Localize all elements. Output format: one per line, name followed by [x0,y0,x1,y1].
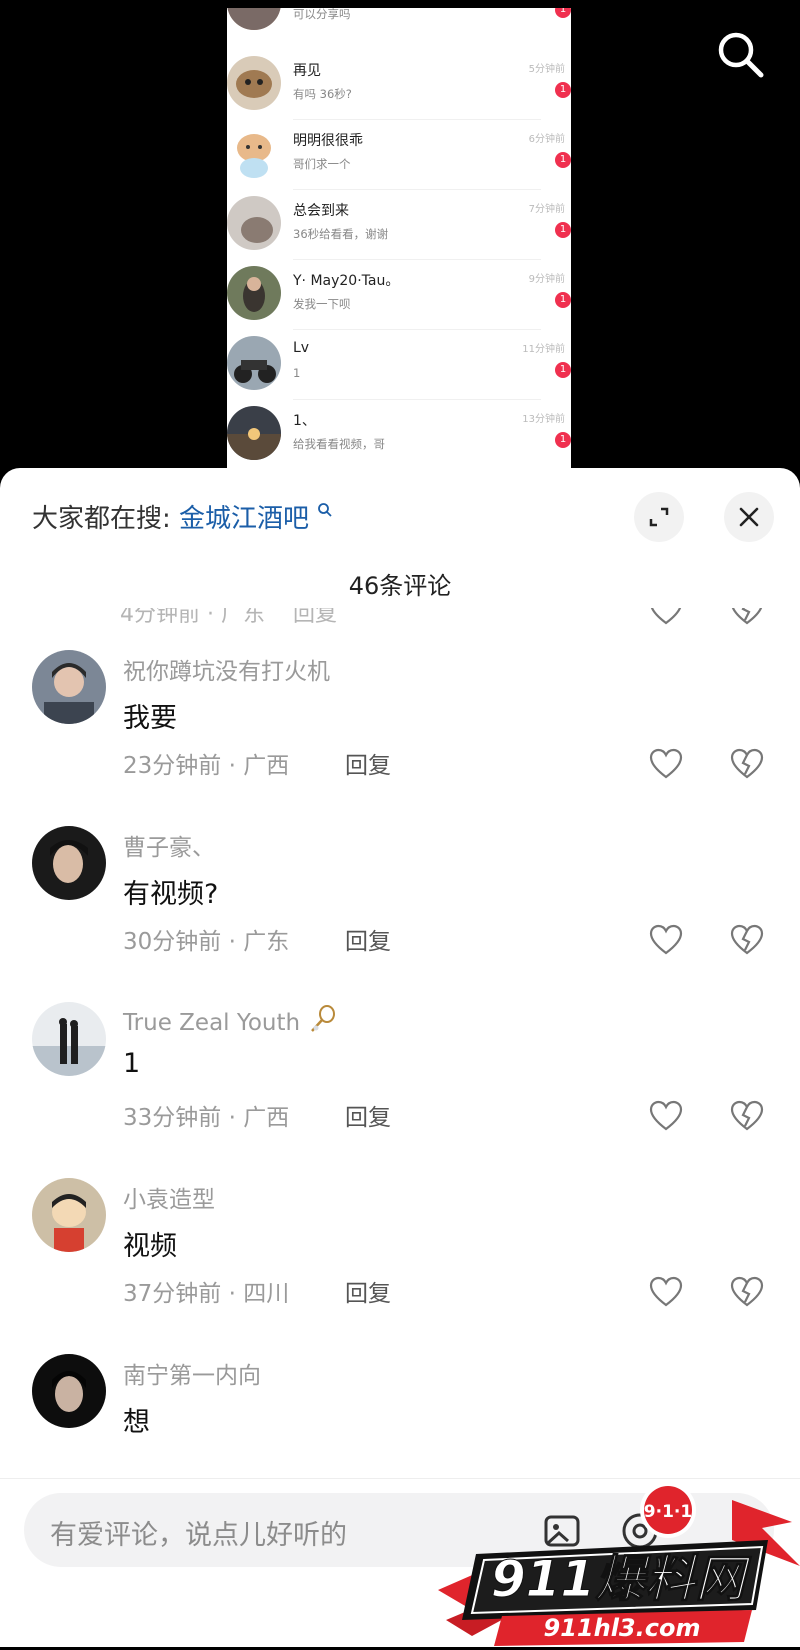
chat-message: 哥们求一个 [293,157,351,171]
heart-icon[interactable] [648,924,684,956]
broken-heart-icon[interactable] [729,1276,765,1308]
heart-icon[interactable] [648,1276,684,1308]
hot-search-prefix: 大家都在搜: [32,504,171,534]
avatar [227,8,281,30]
chat-list-screenshot: 可以分享吗 1 再见 有吗 36秒? 5分钟前 1 明明很很乖 哥们求一个 6分… [227,8,571,470]
chat-row: 1、 给我看看视频，哥 13分钟前 1 [227,400,571,470]
avatar[interactable] [32,650,106,724]
unread-badge: 1 [555,8,571,18]
close-button[interactable] [724,492,774,542]
broken-heart-icon[interactable] [729,748,765,780]
unread-badge: 1 [555,222,571,238]
comment-text: 1 [123,1048,141,1079]
avatar [227,196,281,250]
chat-name: 明明很很乖 [293,133,363,149]
hot-search-keyword[interactable]: 金城江酒吧 [179,504,309,534]
comment-meta: 37分钟前 · 四川 [123,1281,290,1307]
chat-time: 6分钟前 [528,134,565,145]
chat-time: 13分钟前 [522,414,565,425]
unread-badge: 1 [555,152,571,168]
comment-item: 曹子豪、 有视频? 30分钟前 · 广东 回复 [0,826,800,1002]
hot-search-bar[interactable]: 大家都在搜: 金城江酒吧 [32,498,333,535]
chat-row: Lv 1 11分钟前 1 [227,330,571,400]
comment-username[interactable]: 曹子豪、 [123,828,215,862]
heart-icon[interactable] [648,748,684,780]
chat-name: 再见 [293,63,321,79]
comment-input-placeholder: 有爱评论，说点儿好听的 [50,1520,347,1551]
chat-row: 可以分享吗 1 [227,8,571,40]
expand-icon [649,507,669,527]
chat-name: 1、 [293,413,316,429]
search-icon [318,503,332,517]
reply-button[interactable]: 回复 [345,922,391,956]
chat-message: 36秒给看看，谢谢 [293,227,389,241]
close-icon [739,507,759,527]
comment-item: 祝你蹲坑没有打火机 我要 23分钟前 · 广西 回复 [0,650,800,826]
watermark-url: 911hl3.com [544,1614,701,1642]
watermark-brand: 911爆料网 [491,1550,752,1608]
broken-heart-icon [731,608,763,625]
avatar [227,126,281,180]
comment-username[interactable]: 祝你蹲坑没有打火机 [123,652,330,686]
reply-button[interactable]: 回复 [345,1274,391,1308]
chat-time: 9分钟前 [528,274,565,285]
avatar [227,336,281,390]
watermark-badge: 9·1·1 [644,1502,692,1522]
chat-time: 7分钟前 [528,204,565,215]
comment-text: 视频 [123,1231,177,1262]
unread-badge: 1 [555,292,571,308]
comment-meta: 30分钟前 · 广东 [123,929,290,955]
comment-text: 我要 [123,703,177,734]
avatar [227,56,281,110]
avatar [227,406,281,460]
heart-icon [650,608,682,625]
avatar[interactable] [32,1354,106,1428]
comment-username[interactable]: 小袁造型 [123,1180,215,1214]
unread-badge: 1 [555,432,571,448]
chat-message: 1 [293,366,301,380]
video-player[interactable]: 可以分享吗 1 再见 有吗 36秒? 5分钟前 1 明明很很乖 哥们求一个 6分… [0,0,800,470]
chat-name: Y· May20·Tau。 [293,273,400,289]
broken-heart-icon[interactable] [729,1100,765,1132]
avatar[interactable] [32,1178,106,1252]
comment-text: 想 [123,1407,150,1438]
unread-badge: 1 [555,362,571,378]
chat-time: 11分钟前 [522,344,565,355]
avatar[interactable] [32,826,106,900]
comment-item: True Zeal Youth 1 33分钟前 · 广西 回复 [0,1002,800,1178]
search-button[interactable] [712,26,768,82]
watermark-logo: 9·1·1 911爆料网 911hl3.com [432,1470,800,1646]
broken-heart-icon[interactable] [729,924,765,956]
comment-username[interactable]: True Zeal Youth [123,1004,337,1036]
expand-button[interactable] [634,492,684,542]
avatar [227,266,281,320]
avatar[interactable] [32,1002,106,1076]
comment-meta: 23分钟前 · 广西 [123,753,290,779]
comment-text: 有视频? [123,879,219,910]
chat-row: Y· May20·Tau。 发我一下呗 9分钟前 1 [227,260,571,330]
badminton-racket-icon [311,1005,336,1032]
chat-time: 5分钟前 [528,64,565,75]
chat-message: 发我一下呗 [293,297,351,311]
partial-comment-meta: 4分钟前 · 广东 回复 [120,608,780,630]
comment-meta: 33分钟前 · 广西 [123,1105,290,1131]
chat-name: 总会到来 [293,203,349,219]
chat-message: 有吗 36秒? [293,87,352,101]
comment-username[interactable]: 南宁第一内向 [123,1356,261,1390]
chat-row: 明明很很乖 哥们求一个 6分钟前 1 [227,120,571,190]
comment-item: 小袁造型 视频 37分钟前 · 四川 回复 [0,1178,800,1354]
chat-row: 再见 有吗 36秒? 5分钟前 1 [227,50,571,120]
reply-button[interactable]: 回复 [345,1098,391,1132]
reply-button[interactable]: 回复 [345,746,391,780]
unread-badge: 1 [555,82,571,98]
comment-count: 46条评论 [348,572,452,600]
comment-meta: 4分钟前 · 广东 回复 [120,608,337,627]
heart-icon[interactable] [648,1100,684,1132]
chat-row: 总会到来 36秒给看看，谢谢 7分钟前 1 [227,190,571,260]
chat-name: Lv [293,340,310,356]
chat-message: 给我看看视频，哥 [293,437,385,451]
search-icon [718,32,764,78]
chat-message: 可以分享吗 [293,8,351,21]
